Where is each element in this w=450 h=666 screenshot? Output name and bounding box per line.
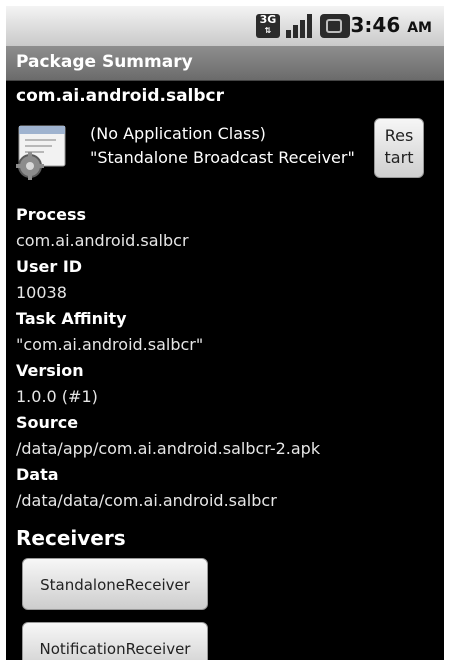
- signal-strength-icon: [286, 14, 312, 38]
- task-affinity-label: Task Affinity: [16, 309, 127, 328]
- phone-screen: 3G ⇅ 3:46 AM Package Summary com.ai.andr…: [6, 6, 444, 660]
- version-label: Version: [16, 361, 84, 380]
- application-settings-icon: [16, 122, 72, 180]
- task-affinity-value: "com.ai.android.salbcr": [16, 335, 204, 354]
- data-activity-icon: ⇅: [264, 26, 272, 35]
- application-class-info: (No Application Class) "Standalone Broad…: [90, 122, 355, 170]
- clock-time: 3:46: [350, 13, 401, 37]
- package-name: com.ai.android.salbcr: [16, 86, 224, 106]
- version-value: 1.0.0 (#1): [16, 387, 98, 406]
- user-id-label: User ID: [16, 257, 83, 276]
- battery-icon: [320, 14, 350, 38]
- source-value: /data/app/com.ai.android.salbcr-2.apk: [16, 439, 321, 458]
- page-title: Package Summary: [16, 52, 193, 72]
- standalone-receiver-button[interactable]: StandaloneReceiver: [22, 558, 208, 610]
- network-type-label: 3G: [259, 13, 277, 26]
- restart-label-line2: tart: [384, 148, 414, 167]
- restart-button[interactable]: Res tart: [374, 118, 424, 178]
- source-label: Source: [16, 413, 79, 432]
- package-details: Process com.ai.android.salbcr User ID 10…: [16, 202, 320, 514]
- clock-ampm: AM: [407, 20, 432, 36]
- data-value: /data/data/com.ai.android.salbcr: [16, 491, 277, 510]
- process-label: Process: [16, 205, 86, 224]
- receivers-heading: Receivers: [16, 526, 126, 550]
- process-value: com.ai.android.salbcr: [16, 231, 189, 250]
- data-label: Data: [16, 465, 59, 484]
- restart-label-line1: Res: [384, 126, 414, 145]
- application-label: "Standalone Broadcast Receiver": [90, 148, 355, 167]
- status-bar: 3G ⇅ 3:46 AM: [6, 6, 444, 46]
- application-class: (No Application Class): [90, 124, 266, 143]
- status-clock: 3:46 AM: [351, 13, 433, 37]
- title-bar: Package Summary: [6, 46, 444, 81]
- notification-receiver-button[interactable]: NotificationReceiver: [22, 622, 208, 660]
- user-id-value: 10038: [16, 283, 67, 302]
- network-3g-icon: 3G ⇅: [256, 14, 280, 38]
